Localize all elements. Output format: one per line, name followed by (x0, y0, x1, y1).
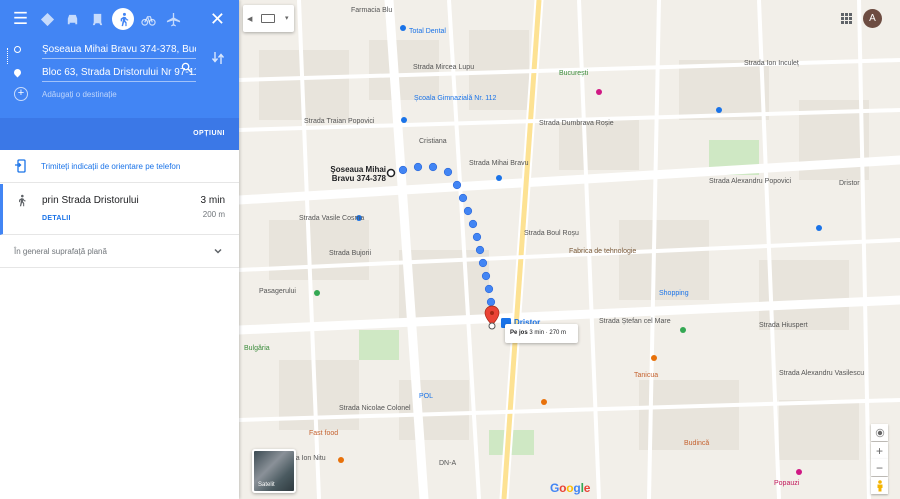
directions-panel: ☰ ✕ Şoseaua Mihai Bravu 374-378, Bu Bloc… (0, 0, 239, 499)
map-label: Strada Dumbrava Roșie (539, 120, 614, 127)
walk-icon[interactable] (112, 8, 134, 30)
train-icon[interactable] (85, 8, 110, 30)
map-label: Strada Alexandru Popovici (709, 178, 792, 185)
route-connector (7, 48, 8, 64)
map-label: Popauzi (774, 480, 800, 487)
map-label: Farmacia Blu (351, 7, 393, 14)
collapse-panel-button[interactable]: ◀ ▾ (243, 5, 294, 32)
origin-dot-icon (14, 46, 21, 53)
walk-icon (19, 194, 26, 207)
map-label: Strada Traian Popovici (304, 118, 375, 125)
trip-distance: 200 m (202, 210, 225, 219)
map-label: Budincă (684, 440, 710, 447)
zoom-out-button[interactable]: − (871, 459, 888, 476)
street-view-pegman-icon[interactable] (871, 477, 888, 494)
map-label: POL (419, 393, 434, 400)
map-label: Pasagerului (259, 288, 296, 295)
avatar[interactable]: A (863, 9, 882, 28)
map-label: Dristor (839, 180, 860, 187)
dropdown-icon: ▾ (285, 15, 289, 22)
map-label: Strada Ion Inculeț (744, 60, 799, 67)
apps-grid-icon[interactable] (841, 13, 852, 24)
map-label: Strada Mircea Lupu (413, 64, 475, 71)
directions-header: ☰ ✕ Şoseaua Mihai Bravu 374-378, Bu Bloc… (0, 0, 239, 150)
add-destination-label: Adăugați o destinație (42, 89, 117, 99)
map-label: Strada Nicolae Colonel (339, 405, 411, 412)
collapse-icon: ◀ (247, 16, 253, 23)
map-label: Fast food (309, 430, 339, 437)
route-inputs: Şoseaua Mihai Bravu 374-378, Bucureşti B… (12, 38, 214, 84)
origin-field[interactable]: Şoseaua Mihai Bravu 374-378, Bucureşti (42, 41, 196, 59)
terrain-label: În general suprafață plană (14, 247, 107, 256)
bike-icon[interactable] (136, 8, 161, 30)
google-maps-app: ☰ ✕ Şoseaua Mihai Bravu 374-378, Bu Bloc… (0, 0, 900, 499)
trip-option[interactable]: prin Strada Dristorului 3 min 200 m DETA… (0, 184, 239, 235)
options-button[interactable]: OPȚIUNI (193, 130, 225, 137)
map-canvas[interactable]: Farmacia Blu Total Dental Strada Mircea … (239, 0, 900, 499)
chevron-down-icon[interactable] (213, 246, 223, 256)
map-label: Strada Boul Roșu (524, 230, 579, 237)
options-bar: OPȚIUNI (0, 118, 239, 150)
map-label: Strada Bujorii (329, 250, 372, 257)
map-controls: + − (871, 424, 888, 494)
swap-icon[interactable] (211, 51, 225, 65)
map-label: Total Dental (409, 28, 446, 35)
map-label: Strada Hiuspert (759, 322, 808, 329)
route-tooltip[interactable]: Pe jos 3 min · 270 m (505, 324, 578, 343)
plane-icon[interactable] (161, 8, 186, 30)
satellite-label: Satelit (258, 482, 275, 488)
map-label: Tanicua (634, 372, 659, 379)
best-route-icon[interactable] (35, 8, 60, 30)
destination-field[interactable]: Bloc 63, Strada Dristorului Nr 97-11 (42, 64, 196, 82)
map-label: Shopping (659, 290, 689, 297)
map-label: Școala Gimnazială Nr. 112 (414, 95, 497, 102)
send-to-phone-label: Trimiteți indicații de orientare pe tele… (41, 161, 181, 171)
google-logo: Google (550, 481, 591, 495)
trip-via: prin Strada Dristorului (42, 195, 139, 206)
add-icon: + (14, 87, 28, 101)
details-button[interactable]: DETALII (42, 215, 71, 222)
map-label: DN-A (439, 460, 457, 467)
send-to-phone-icon (15, 159, 26, 173)
origin-row: Şoseaua Mihai Bravu 374-378, Bucureşti (14, 38, 214, 61)
close-icon[interactable]: ✕ (210, 10, 225, 28)
my-location-icon[interactable] (871, 424, 888, 441)
map-label: Fabrica de tehnologie (569, 248, 637, 255)
destination-pin-icon (12, 67, 23, 78)
terrain-row[interactable]: În general suprafață plană (0, 236, 239, 268)
trip-duration: 3 min (200, 195, 225, 206)
car-icon[interactable] (60, 8, 85, 30)
map-label: Bulgăria (244, 345, 270, 352)
origin-label: Şoseaua Mihai Bravu 374-378 (330, 165, 386, 183)
tooltip-mode: Pe jos (510, 330, 528, 336)
menu-icon[interactable]: ☰ (8, 8, 33, 30)
map-label: Strada Ștefan cel Mare (599, 318, 671, 325)
tooltip-info: 3 min · 270 m (529, 330, 567, 336)
map-label: Cristiana (419, 138, 447, 145)
map-label: Strada Alexandru Vasilescu (779, 370, 865, 377)
map-label: București (559, 70, 589, 77)
zoom-in-button[interactable]: + (871, 442, 888, 459)
search-icon[interactable] (181, 62, 192, 73)
map-label: Strada Vasile Cosma (299, 215, 365, 222)
travel-mode-bar: ☰ (8, 8, 186, 30)
keyboard-icon (261, 14, 275, 23)
send-to-phone[interactable]: Trimiteți indicații de orientare pe tele… (0, 150, 239, 183)
satellite-toggle[interactable]: Satelit (252, 449, 296, 493)
map-label: Strada Mihai Bravu (469, 160, 529, 167)
add-destination[interactable]: + Adăugați o destinație (14, 87, 117, 101)
origin-marker[interactable] (386, 168, 396, 178)
